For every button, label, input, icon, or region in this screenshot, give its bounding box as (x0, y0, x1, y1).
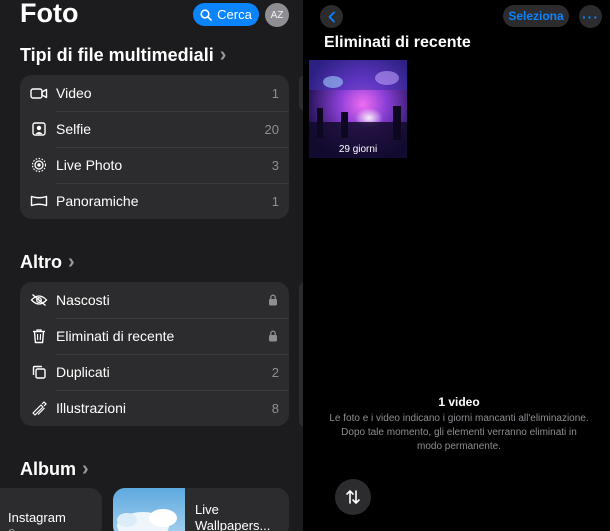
item-count-title: 1 video (438, 395, 480, 409)
section-media-types[interactable]: Tipi di file multimediali › (20, 44, 226, 67)
list-item-label: Panoramiche (56, 193, 139, 209)
lock-icon (268, 294, 289, 306)
deletion-info-line: modo permanente. (417, 441, 501, 452)
section-other-label: Altro (20, 252, 62, 272)
days-remaining-label: 29 giorni (338, 144, 378, 155)
deletion-info-text: Le foto e i video indicano i giorni manc… (308, 412, 610, 454)
list-item-recently-deleted[interactable]: Eliminati di recente (20, 318, 289, 354)
list-item-count: 2 (271, 364, 279, 380)
panorama-icon (20, 194, 56, 208)
ellipsis-icon: ··· (582, 8, 599, 25)
deletion-info-line: Dopo tale momento, gli elementi verranno… (341, 427, 577, 438)
media-types-list: Video 1 Selfie 20 Live Photo 3 Panoramic… (20, 75, 289, 219)
section-media-types-label: Tipi di file multimediali (20, 45, 214, 65)
video-thumbnail[interactable]: 29 giorni (309, 60, 407, 158)
section-other[interactable]: Altro › (20, 251, 75, 274)
illustration-icon (20, 400, 56, 416)
list-item-label: Selfie (56, 121, 92, 137)
sort-button[interactable] (335, 479, 371, 515)
more-button[interactable]: ··· (579, 5, 602, 28)
album-count: 2 (8, 526, 15, 531)
album-label: Instagram (8, 510, 66, 525)
list-item-illustrations[interactable]: Illustrazioni 8 (20, 390, 289, 426)
live-photo-icon (20, 157, 56, 173)
selfie-icon (20, 121, 56, 137)
list-item-panoramas[interactable]: Panoramiche 1 (20, 183, 289, 219)
list-item-label: Video (56, 85, 92, 101)
search-icon (200, 8, 212, 21)
hidden-eye-icon (20, 293, 56, 307)
trash-icon (20, 328, 56, 344)
app-title: Foto (20, 0, 79, 28)
other-list: Nascosti Eliminati di recente Duplicati … (20, 282, 289, 426)
search-button[interactable]: Cerca (193, 3, 259, 26)
list-item-duplicates[interactable]: Duplicati 2 (20, 354, 289, 390)
album-card-instagram[interactable]: Instagram 2 (0, 488, 102, 531)
chevron-left-icon (328, 11, 335, 22)
sort-arrows-icon (346, 490, 360, 504)
list-item-label: Live Photo (56, 157, 123, 173)
list-item-video[interactable]: Video 1 (20, 75, 289, 111)
album-card-live-wallpapers[interactable]: Live Wallpapers... (113, 488, 289, 531)
album-cover-image (113, 488, 185, 531)
photos-library-panel: Foto Cerca AZ Tipi di file multimediali … (0, 0, 303, 531)
avatar[interactable]: AZ (265, 3, 289, 27)
list-item-count: 3 (271, 157, 279, 173)
list-item-count: 1 (271, 193, 279, 209)
chevron-right-icon: › (82, 458, 89, 480)
duplicate-icon (20, 364, 56, 380)
chevron-right-icon: › (68, 251, 75, 273)
search-button-label: Cerca (217, 7, 252, 22)
recently-deleted-panel: Seleziona ··· Eliminati di recente 29 gi… (308, 0, 610, 531)
list-item-label: Eliminati di recente (56, 328, 175, 344)
deletion-info-line: Le foto e i video indicano i giorni manc… (329, 413, 589, 424)
lock-icon (268, 330, 289, 342)
list-item-label: Nascosti (56, 292, 110, 308)
section-albums-label: Album (20, 459, 76, 479)
list-item-count: 8 (271, 400, 279, 416)
list-item-hidden[interactable]: Nascosti (20, 282, 289, 318)
list-item-label: Duplicati (56, 364, 110, 380)
video-icon (20, 86, 56, 100)
section-albums[interactable]: Album › (20, 458, 89, 481)
page-title: Eliminati di recente (324, 34, 471, 51)
select-button[interactable]: Seleziona (503, 5, 569, 27)
back-button[interactable] (320, 5, 343, 28)
chevron-right-icon: › (219, 44, 227, 66)
list-item-count: 20 (264, 121, 279, 137)
list-item-count: 1 (271, 85, 279, 101)
list-item-selfie[interactable]: Selfie 20 (20, 111, 289, 147)
list-item-live-photo[interactable]: Live Photo 3 (20, 147, 289, 183)
album-label: Live Wallpapers... (195, 502, 271, 531)
list-item-label: Illustrazioni (56, 400, 127, 416)
